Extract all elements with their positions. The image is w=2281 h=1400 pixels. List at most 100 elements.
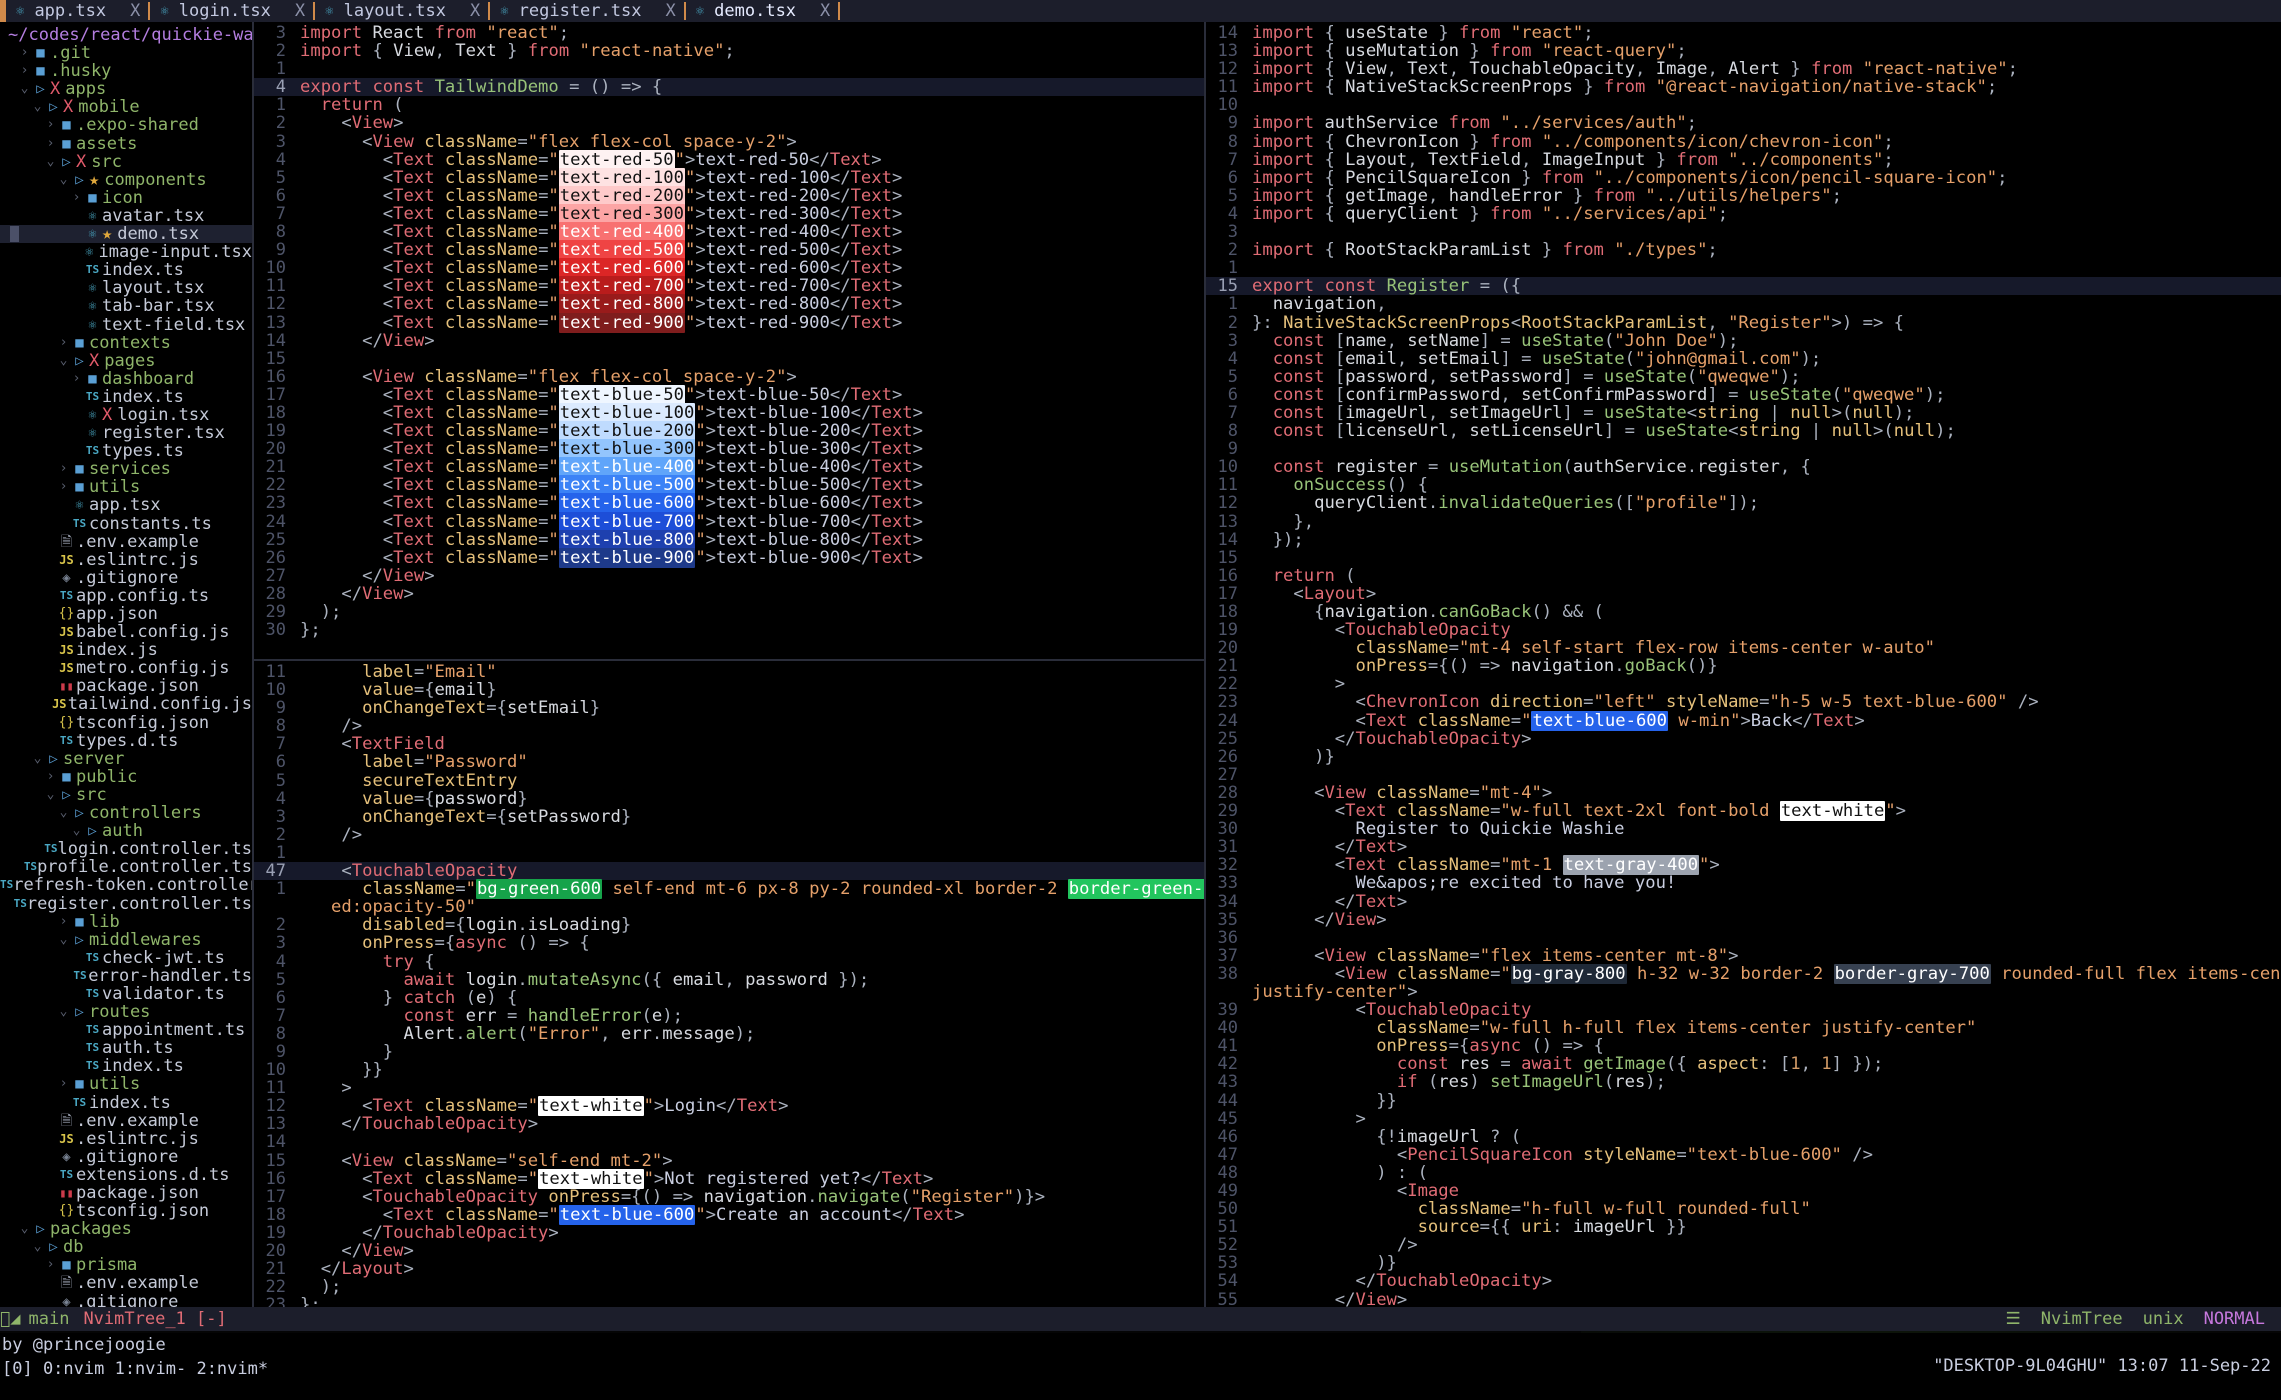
tree-file--gitignore[interactable]: ◈ .gitignore (0, 569, 252, 587)
tree-dir-husky[interactable]: › ■ .husky (0, 62, 252, 80)
tree-file-refresh-token-controller[interactable]: TS refresh-token.controller (0, 876, 252, 894)
tree-file-validator-ts[interactable]: TS validator.ts (0, 985, 252, 1003)
editor-pane-demo[interactable]: 3 import React from "react"; 2 import { Vie… (254, 22, 1204, 659)
chevron-right-icon[interactable]: › (57, 913, 70, 931)
tree-file-index-ts[interactable]: TS index.ts (0, 261, 252, 279)
chevron-right-icon[interactable]: › (57, 334, 70, 352)
chevron-down-icon[interactable]: ⌄ (31, 750, 44, 768)
chevron-down-icon[interactable]: ⌄ (57, 804, 70, 822)
tree-file--gitignore[interactable]: ◈ .gitignore (0, 1148, 252, 1166)
chevron-right-icon[interactable]: › (57, 460, 70, 478)
tree-file--eslintrc-js[interactable]: JS .eslintrc.js (0, 551, 252, 569)
chevron-down-icon[interactable]: ⌄ (18, 80, 31, 98)
chevron-down-icon[interactable]: ⌄ (31, 1238, 44, 1256)
tree-dir-assets[interactable]: › ■ assets (0, 134, 252, 153)
tree-file-register-controller-ts[interactable]: TS register.controller.ts (0, 894, 252, 912)
close-icon[interactable]: X (116, 2, 140, 20)
chevron-right-icon[interactable]: › (44, 768, 57, 786)
tree-dir-prisma[interactable]: › ■ prisma (0, 1256, 252, 1274)
tree-file-tsconfig-json[interactable]: {} tsconfig.json (0, 713, 252, 731)
tab-login-tsx[interactable]: ⚛ login.tsx X (150, 0, 316, 22)
tree-dir-pages[interactable]: ⌄ ▷ Xpages (0, 352, 252, 370)
tree-file--env-example[interactable]: 🗎 .env.example (0, 1274, 252, 1292)
tree-dir-contexts[interactable]: › ■ contexts (0, 333, 252, 352)
tab-layout-tsx[interactable]: ⚛ layout.tsx X (315, 0, 491, 22)
close-icon[interactable]: X (281, 2, 305, 20)
tree-dir-src[interactable]: ⌄ ▷ src (0, 786, 252, 804)
tree-dir-git[interactable]: › ■ .git (0, 44, 252, 62)
chevron-down-icon[interactable]: ⌄ (57, 352, 70, 370)
tree-dir-middlewares[interactable]: ⌄ ▷ middlewares (0, 931, 252, 949)
tree-file-tab-bar-tsx[interactable]: ⚛ tab-bar.tsx (0, 297, 252, 315)
tree-file--eslintrc-js[interactable]: JS .eslintrc.js (0, 1130, 252, 1148)
tree-file-metro-config-js[interactable]: JS metro.config.js (0, 659, 252, 677)
tree-file-app-config-ts[interactable]: TS app.config.ts (0, 587, 252, 605)
tree-file-appointment-ts[interactable]: TS appointment.ts (0, 1021, 252, 1039)
editor-pane-login[interactable]: 11 label="Email" 10 value={email} 9 onChan… (254, 661, 1204, 1307)
tab-demo-tsx[interactable]: ⚛ demo.tsx X (686, 0, 841, 22)
tree-file-extensions-d-ts[interactable]: TS extensions.d.ts (0, 1166, 252, 1184)
tree-file-types-ts[interactable]: TS types.ts (0, 442, 252, 460)
tree-file-tsconfig-json[interactable]: {} tsconfig.json (0, 1202, 252, 1220)
chevron-right-icon[interactable]: › (57, 1075, 70, 1093)
tree-file-error-handler-ts[interactable]: TS error-handler.ts (0, 967, 252, 985)
chevron-right-icon[interactable]: › (70, 189, 83, 207)
tree-file-tailwind-config-js[interactable]: JS tailwind.config.js (0, 695, 252, 713)
tree-file-index-ts[interactable]: TS index.ts (0, 388, 252, 406)
tree-dir-auth[interactable]: ⌄ ▷ auth (0, 822, 252, 840)
tree-dir-services[interactable]: › ■ services (0, 460, 252, 478)
tree-file-auth-ts[interactable]: TS auth.ts (0, 1039, 252, 1057)
tree-file-avatar-tsx[interactable]: ⚛ avatar.tsx (0, 207, 252, 225)
tree-dir-server[interactable]: ⌄ ▷ server (0, 750, 252, 768)
tree-file-package-json[interactable]: ▮▮ package.json (0, 1184, 252, 1202)
tree-dir-db[interactable]: ⌄ ▷ db (0, 1238, 252, 1256)
tree-dir-apps[interactable]: ⌄ ▷ Xapps (0, 80, 252, 98)
tree-file-index-js[interactable]: JS index.js (0, 641, 252, 659)
close-icon[interactable]: X (651, 2, 675, 20)
tree-file-register-tsx[interactable]: ⚛ register.tsx (0, 424, 252, 442)
tree-file-app-tsx[interactable]: ⚛ app.tsx (0, 496, 252, 514)
tree-dir-packages[interactable]: ⌄ ▷ packages (0, 1220, 252, 1238)
tree-file--env-example[interactable]: 🗎 .env.example (0, 1112, 252, 1130)
nvim-tree-sidebar[interactable]: ~/codes/react/quickie-washie-v2/.. › ■ .gi… (0, 22, 252, 1307)
tree-file-image-input-tsx[interactable]: ⚛ image-input.tsx (0, 243, 252, 261)
tree-file-demo-tsx[interactable]: ⚛ ★ demo.tsx (0, 225, 252, 243)
tab-app-tsx[interactable]: ⚛ app.tsx X (6, 0, 151, 22)
chevron-right-icon[interactable]: › (57, 478, 70, 496)
tree-file--gitignore[interactable]: ◈ .gitignore (0, 1292, 252, 1307)
editor-pane-register[interactable]: 14 import { useState } from "react"; 13 imp… (1206, 22, 2281, 1307)
chevron-down-icon[interactable]: ⌄ (57, 931, 70, 949)
chevron-down-icon[interactable]: ⌄ (44, 153, 57, 171)
chevron-down-icon[interactable]: ⌄ (18, 1220, 31, 1238)
tree-dir-lib[interactable]: › ■ lib (0, 912, 252, 931)
tree-dir-src[interactable]: ⌄ ▷ Xsrc (0, 153, 252, 171)
chevron-down-icon[interactable]: ⌄ (44, 786, 57, 804)
chevron-right-icon[interactable]: › (18, 62, 31, 80)
chevron-down-icon[interactable]: ⌄ (57, 1003, 70, 1021)
tree-dir-dashboard[interactable]: › ■ dashboard (0, 370, 252, 388)
tree-file-types-d-ts[interactable]: TS types.d.ts (0, 732, 252, 750)
tree-dir-icon[interactable]: › ■ icon (0, 189, 252, 207)
tree-file-index-ts[interactable]: TS index.ts (0, 1093, 252, 1111)
tree-dir-controllers[interactable]: ⌄ ▷ controllers (0, 804, 252, 822)
chevron-down-icon[interactable]: ⌄ (70, 822, 83, 840)
chevron-right-icon[interactable]: › (70, 370, 83, 388)
tree-file--env-example[interactable]: 🗎 .env.example (0, 533, 252, 551)
chevron-down-icon[interactable]: ⌄ (31, 98, 44, 116)
chevron-right-icon[interactable]: › (18, 44, 31, 62)
close-icon[interactable]: X (806, 2, 830, 20)
tree-file-index-ts[interactable]: TS index.ts (0, 1057, 252, 1075)
tree-file-profile-controller-ts[interactable]: TS profile.controller.ts (0, 858, 252, 876)
tree-file-layout-tsx[interactable]: ⚛ layout.tsx (0, 279, 252, 297)
chevron-right-icon[interactable]: › (44, 116, 57, 134)
chevron-right-icon[interactable]: › (44, 135, 57, 153)
tree-dir-routes[interactable]: ⌄ ▷ routes (0, 1003, 252, 1021)
tree-file-app-json[interactable]: {} app.json (0, 605, 252, 623)
tree-file-package-json[interactable]: ▮▮ package.json (0, 677, 252, 695)
tree-file-constants-ts[interactable]: TS constants.ts (0, 514, 252, 532)
tree-dir-components[interactable]: ⌄ ▷ ★ components (0, 171, 252, 189)
tree-dir-expo-shared[interactable]: › ■ .expo-shared (0, 116, 252, 134)
close-icon[interactable]: X (456, 2, 480, 20)
tree-file-login-tsx[interactable]: ⚛ Xlogin.tsx (0, 406, 252, 424)
tree-file-babel-config-js[interactable]: JS babel.config.js (0, 623, 252, 641)
